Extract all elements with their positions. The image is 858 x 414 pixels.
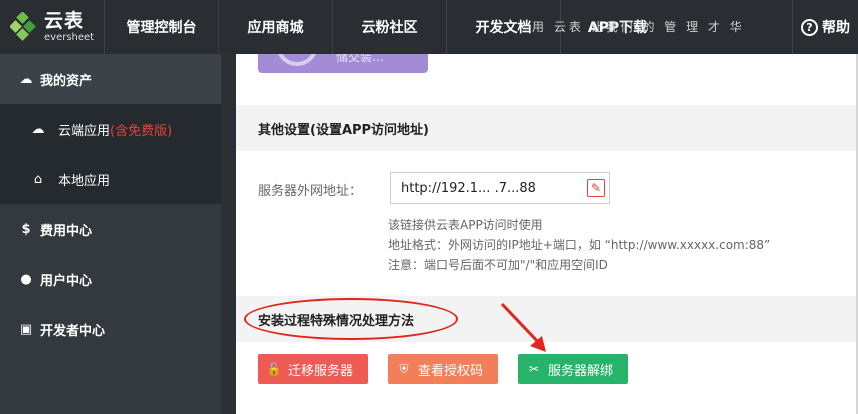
sidebar-item-my-assets[interactable]: ☁ 我的资产 [0,54,221,104]
annotation-ellipse [244,298,458,340]
brand-name: 云表 [44,9,85,32]
help-line: 该链接供云表APP访问时使用 [388,218,543,232]
gift-icon: ▣ [19,321,33,337]
sidebar-label: 用户中心 [40,273,93,289]
server-address-field[interactable]: http://192.1... .7...88 ✎ [390,172,610,204]
sidebar-item-cloud-app[interactable]: ☁ 云端应用 (含免费版) [0,104,221,154]
sidebar-item-user-center[interactable]: ● 用户中心 [0,254,221,304]
sidebar: ☁ 我的资产 ☁ 云端应用 (含免费版) ⌂ 本地应用 $ 费用中心 ● 用户中… [0,54,221,414]
brand-sub: eversheet [44,31,95,43]
dollar-icon: $ [21,221,31,237]
home-icon: ⌂ [33,171,43,187]
address-help: 该链接供云表APP访问时使用 地址格式：外网访问的IP地址+端口，如 “http… [388,215,770,275]
help-link[interactable]: ? 帮助 [792,0,858,54]
edit-icon[interactable]: ✎ [587,179,605,197]
unbind-server-button[interactable]: ✂ 服务器解绑 [518,354,628,384]
other-settings-title: 其他设置(设置APP访问地址) [236,105,856,151]
cloud-icon: ☁ [19,71,33,87]
sidebar-label: 云端应用 [58,123,111,139]
server-address-label: 服务器外网地址： [258,184,363,199]
help-label: 帮助 [822,20,850,36]
sidebar-label: 我的资产 [40,73,93,89]
sidebar-item-local-app[interactable]: ⌂ 本地应用 [0,154,221,204]
button-label: 查看授权码 [418,363,484,379]
unlink-icon: ✂ [528,362,540,376]
sidebar-label: 费用中心 [40,223,93,239]
sidebar-label: 开发者中心 [40,323,106,339]
sidebar-item-dev-center[interactable]: ▣ 开发者中心 [0,304,221,354]
sidebar-item-billing[interactable]: $ 费用中心 [0,204,221,254]
nav-console[interactable]: 管理控制台 [104,0,218,54]
button-label: 服务器解绑 [548,363,614,379]
install-button-label: 储交装… [336,54,385,64]
top-bar: 云表 eversheet 管理控制台 应用商城 云粉社区 开发文档 APP下载 … [0,0,858,54]
cloud-icon: ☁ [31,121,45,137]
free-edition-note: (含免费版) [110,123,173,139]
sidebar-label: 本地应用 [58,173,111,189]
question-icon: ? [801,18,818,36]
circle-icon [276,54,318,66]
lock-icon: 🔓 [266,362,282,376]
main-content: 储交装… 其他设置(设置APP访问地址) 服务器外网地址： http://192… [236,54,856,414]
logo[interactable]: 云表 eversheet [0,0,104,54]
logo-icon [10,12,36,41]
install-button[interactable]: 储交装… [258,54,428,73]
annotation-arrow-icon [500,302,546,352]
nav-store[interactable]: 应用商城 [218,0,332,54]
server-address-value: http://192.1... .7...88 [401,180,536,196]
view-license-button[interactable]: ⛨ 查看授权码 [388,354,498,384]
shield-icon: ⛨ [399,361,409,376]
user-icon: ● [20,271,32,287]
slogan-overlay: 用 云表 让我们 的 管 理 才 华 [532,20,745,34]
migrate-server-button[interactable]: 🔓 迁移服务器 [258,354,368,384]
help-line: 地址格式：外网访问的IP地址+端口，如 “http://www.xxxxx.co… [388,238,771,252]
help-line: 注意：端口号后面不可加"/"和应用空间ID [388,258,608,272]
button-label: 迁移服务器 [288,363,354,379]
nav-community[interactable]: 云粉社区 [332,0,446,54]
